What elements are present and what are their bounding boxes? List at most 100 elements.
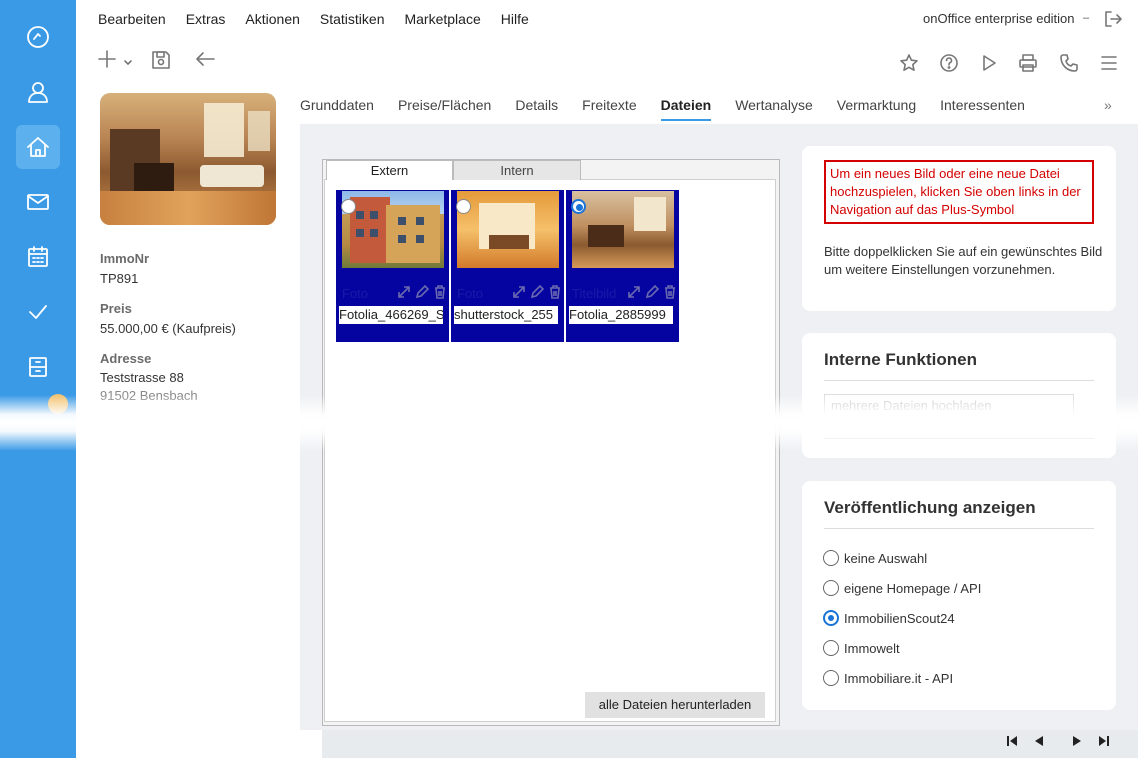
title-image-radio[interactable] [341, 199, 356, 214]
left-navigation-rail [0, 0, 76, 758]
file-type-label: Foto [457, 286, 484, 301]
phone-icon[interactable] [1059, 53, 1079, 76]
last-page-icon[interactable] [1097, 734, 1111, 751]
file-tile[interactable]: Foto Fotolia_466269_S [336, 190, 449, 342]
immonr-label: ImmoNr [100, 251, 150, 266]
file-type-label: Foto [342, 286, 369, 301]
option-label: keine Auswahl [844, 550, 928, 566]
tab-wertanalyse[interactable]: Wertanalyse [735, 97, 813, 121]
doubleclick-hint: Bitte doppelklicken Sie auf ein gewünsch… [824, 244, 1103, 277]
subtab-extern[interactable]: Extern [326, 160, 453, 180]
star-icon[interactable] [899, 53, 919, 76]
record-tabs: Grunddaten Preise/Flächen Details Freite… [300, 97, 1025, 121]
tab-freitexte[interactable]: Freitexte [582, 97, 636, 121]
tasks-icon[interactable] [16, 290, 60, 334]
publication-option-immoscout[interactable]: ImmobilienScout24 [823, 610, 955, 626]
file-type-label: Titelbild [572, 286, 617, 301]
chevron-down-icon[interactable]: – [1083, 12, 1089, 24]
main-menu: Bearbeiten Extras Aktionen Statistiken M… [98, 11, 529, 27]
divider [824, 438, 1094, 439]
prev-page-icon[interactable] [1032, 734, 1046, 751]
title-image-radio[interactable] [571, 199, 586, 214]
divider [824, 528, 1094, 529]
help-icon[interactable] [939, 53, 959, 76]
first-page-icon[interactable] [1005, 734, 1019, 751]
logout-icon[interactable] [1103, 9, 1123, 32]
expand-icon[interactable] [396, 284, 412, 300]
tab-dateien[interactable]: Dateien [660, 97, 712, 121]
file-name[interactable]: shutterstock_255 [454, 306, 558, 324]
publication-option-none[interactable]: keine Auswahl [823, 550, 927, 566]
tab-grunddaten[interactable]: Grunddaten [300, 97, 374, 121]
files-icon[interactable] [16, 345, 60, 389]
menu-aktionen[interactable]: Aktionen [245, 11, 299, 27]
contact-icon[interactable] [16, 70, 60, 114]
add-icon[interactable] [98, 49, 132, 74]
edit-icon[interactable] [644, 284, 660, 300]
radio-button[interactable] [823, 670, 839, 686]
print-icon[interactable] [1018, 53, 1038, 76]
next-page-icon[interactable] [1070, 734, 1084, 751]
option-label: Immobiliare.it - API [844, 670, 954, 686]
radio-button[interactable] [823, 640, 839, 656]
calendar-icon[interactable] [16, 235, 60, 279]
preis-label: Preis [100, 301, 132, 316]
adresse-label: Adresse [100, 351, 152, 366]
title-image-radio[interactable] [456, 199, 471, 214]
menu-extras[interactable]: Extras [186, 11, 226, 27]
menu-statistiken[interactable]: Statistiken [320, 11, 385, 27]
tab-vermarktung[interactable]: Vermarktung [837, 97, 916, 121]
property-info: ImmoNr TP891 Preis 55.000,00 € (Kaufprei… [100, 251, 290, 418]
radio-button[interactable] [823, 610, 839, 626]
adresse-city: 91502 Bensbach [100, 388, 198, 403]
save-icon[interactable] [150, 49, 172, 74]
tab-details[interactable]: Details [515, 97, 558, 121]
delete-icon[interactable] [662, 284, 678, 300]
option-label: eigene Homepage / API [844, 580, 982, 596]
delete-icon[interactable] [547, 284, 563, 300]
upload-notice: Um ein neues Bild oder eine neue Datei h… [824, 160, 1094, 224]
edition-selector[interactable]: onOffice enterprise edition [923, 11, 1075, 26]
more-tabs-icon[interactable]: » [1104, 97, 1112, 113]
file-preview-image[interactable] [342, 191, 444, 268]
radio-button[interactable] [823, 580, 839, 596]
divider [824, 380, 1094, 381]
menu-bearbeiten[interactable]: Bearbeiten [98, 11, 166, 27]
immonr-value: TP891 [100, 271, 139, 286]
menu-marketplace[interactable]: Marketplace [404, 11, 480, 27]
radio-button[interactable] [823, 550, 839, 566]
file-name[interactable]: Fotolia_2885999 [569, 306, 673, 324]
menu-icon[interactable] [1099, 53, 1119, 76]
publication-option-immobiliare[interactable]: Immobiliare.it - API [823, 670, 953, 686]
user-avatar[interactable] [48, 394, 68, 414]
file-tile[interactable]: Titelbild Fotolia_2885999 [566, 190, 679, 342]
delete-icon[interactable] [432, 284, 448, 300]
edit-icon[interactable] [414, 284, 430, 300]
dashboard-icon[interactable] [16, 15, 60, 59]
adresse-street: Teststrasse 88 [100, 370, 184, 385]
option-label: Immowelt [844, 640, 900, 656]
tab-interessenten[interactable]: Interessenten [940, 97, 1025, 121]
publication-option-immowelt[interactable]: Immowelt [823, 640, 900, 656]
file-preview-image[interactable] [457, 191, 559, 268]
expand-icon[interactable] [626, 284, 642, 300]
tab-preise-flaechen[interactable]: Preise/Flächen [398, 97, 491, 121]
file-preview-image[interactable] [572, 191, 674, 268]
property-thumbnail[interactable] [100, 93, 276, 225]
upload-multiple-button[interactable]: mehrere Dateien hochladen [824, 394, 1074, 414]
expand-icon[interactable] [511, 284, 527, 300]
file-tile[interactable]: Foto shutterstock_255 [451, 190, 564, 342]
play-icon[interactable] [979, 53, 999, 76]
publication-option-homepage[interactable]: eigene Homepage / API [823, 580, 981, 596]
edit-icon[interactable] [529, 284, 545, 300]
file-name[interactable]: Fotolia_466269_S [339, 306, 443, 324]
menu-hilfe[interactable]: Hilfe [501, 11, 529, 27]
property-icon[interactable] [16, 125, 60, 169]
publication-title: Veröffentlichung anzeigen [824, 498, 1036, 517]
internal-functions-title: Interne Funktionen [824, 350, 977, 369]
mail-icon[interactable] [16, 180, 60, 224]
download-all-button[interactable]: alle Dateien herunterladen [585, 692, 765, 718]
subtab-intern[interactable]: Intern [453, 160, 581, 180]
option-label: ImmobilienScout24 [844, 610, 955, 626]
back-icon[interactable] [194, 49, 218, 74]
